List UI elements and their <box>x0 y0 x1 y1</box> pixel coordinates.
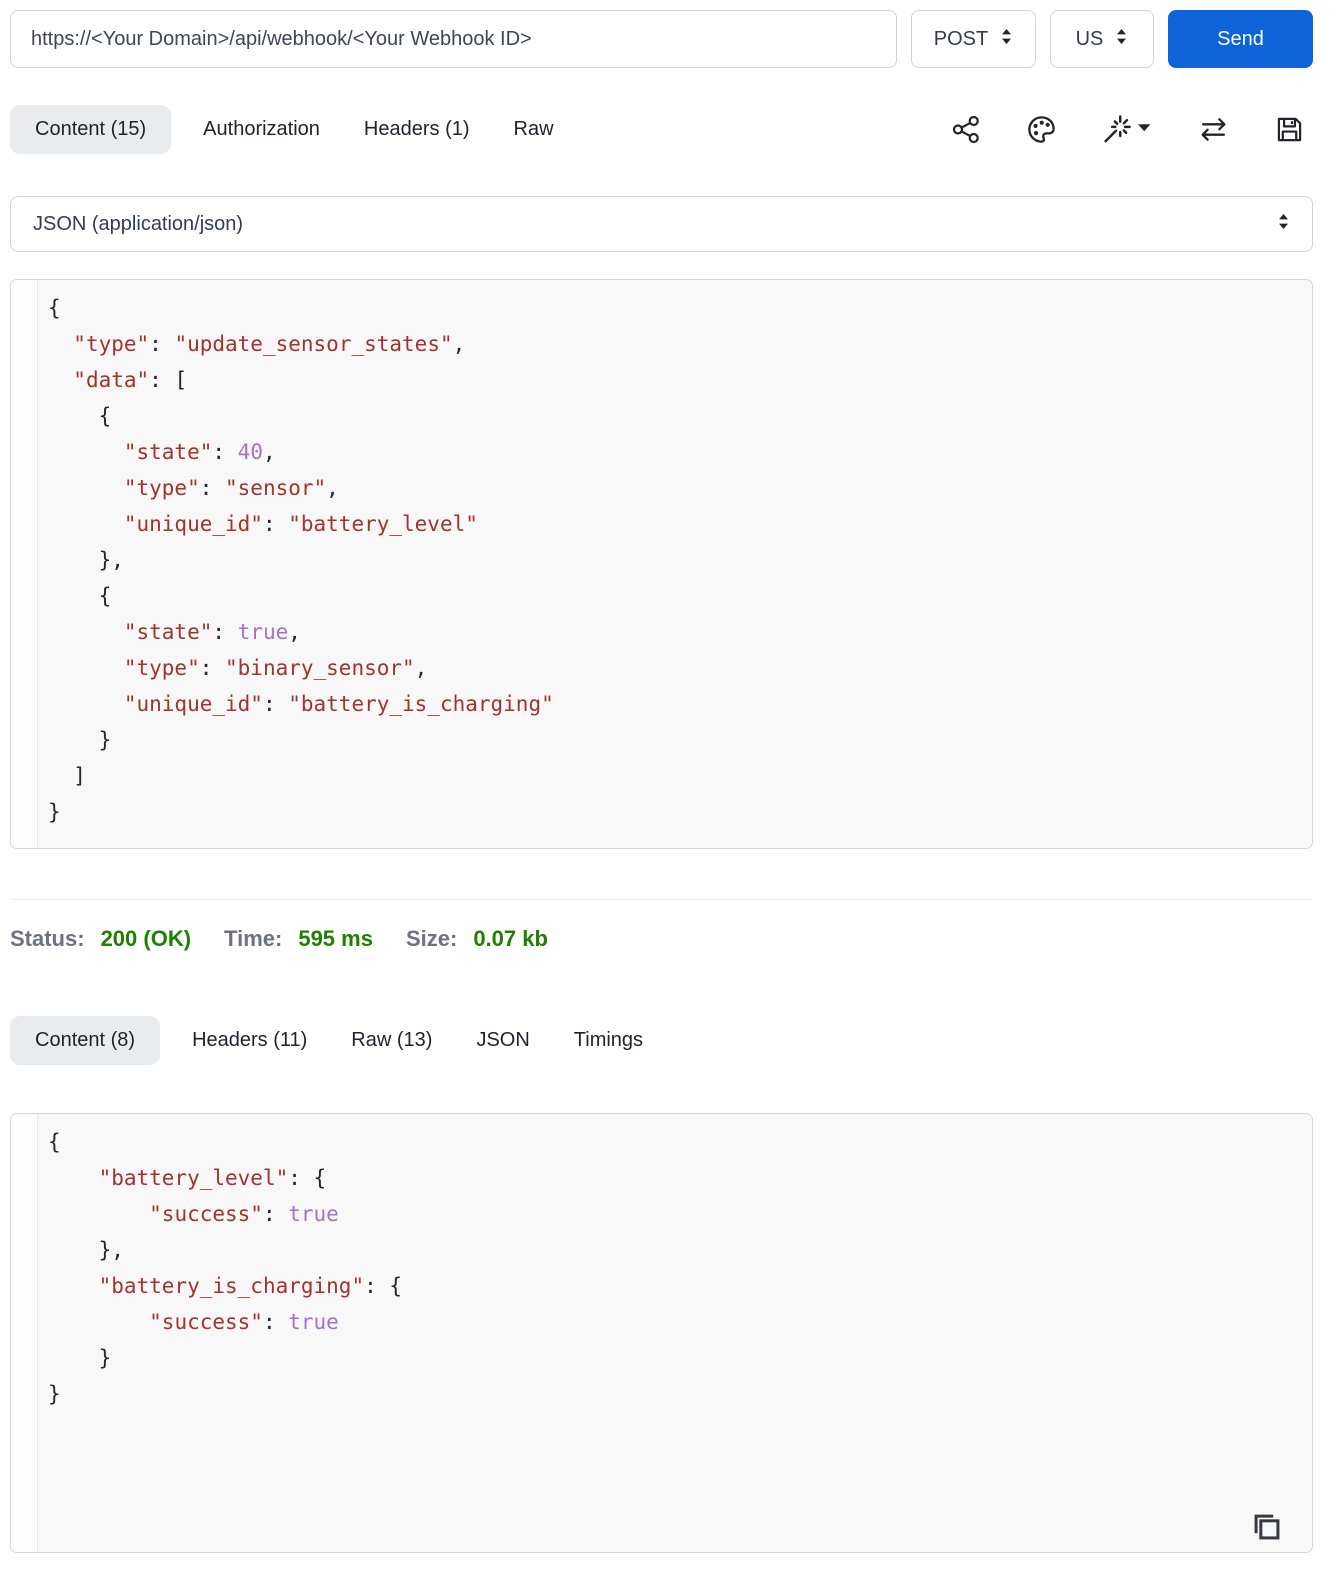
code-line: "unique_id": "battery_level" <box>123 512 478 536</box>
code-line: } <box>48 1346 112 1370</box>
response-tabs-row: Content (8) Headers (11) Raw (13) JSON Timin… <box>10 1016 1313 1065</box>
palette-icon[interactable] <box>1026 114 1057 145</box>
code-line: { <box>48 404 112 428</box>
tab-authorization[interactable]: Authorization <box>191 105 332 154</box>
code-line: { <box>48 296 61 320</box>
save-icon[interactable] <box>1274 114 1305 145</box>
request-body-editor: { "type": "update_sensor_states", "data"… <box>10 279 1313 849</box>
code-line: ] <box>48 764 86 788</box>
request-tabs-row: Content (15) Authorization Headers (1) Raw <box>10 105 1313 154</box>
code-line: "unique_id": "battery_is_charging" <box>123 692 554 716</box>
request-toolbar <box>951 113 1313 146</box>
code-line: } <box>48 728 112 752</box>
copy-response-button[interactable] <box>1248 1508 1286 1546</box>
section-divider <box>10 899 1313 900</box>
code-line: { <box>48 1130 61 1154</box>
editor-gutter <box>11 280 38 848</box>
code-line: } <box>48 1382 61 1406</box>
body-type-select-value: JSON (application/json) <box>33 212 244 235</box>
time-label: Time: <box>224 926 283 951</box>
viewer-gutter <box>11 1114 38 1552</box>
status-label: Status: <box>10 926 85 951</box>
magic-wand-dropdown-icon[interactable] <box>1101 113 1153 146</box>
response-body-code: { "battery_level": { "success": true }, … <box>38 1114 1312 1552</box>
code-line: "battery_level": { <box>98 1166 327 1190</box>
status-value: 200 (OK) <box>100 926 192 951</box>
tab-content-15[interactable]: Content (15) <box>10 105 172 154</box>
size-label: Size: <box>405 926 458 951</box>
code-line: "type": "update_sensor_states", <box>73 332 466 356</box>
updown-arrows-icon <box>1115 28 1128 51</box>
tab-timings[interactable]: Timings <box>562 1016 655 1065</box>
code-line: "data": [ <box>73 368 188 392</box>
code-line: }, <box>48 1238 124 1262</box>
tab-headers-1[interactable]: Headers (1) <box>352 105 482 154</box>
request-body-code[interactable]: { "type": "update_sensor_states", "data"… <box>38 280 1312 848</box>
method-select[interactable]: POST <box>911 10 1036 68</box>
code-line: } <box>48 800 61 824</box>
url-input[interactable] <box>10 10 897 68</box>
code-line: "type": "sensor", <box>123 476 339 500</box>
locale-select[interactable]: US <box>1050 10 1154 68</box>
tab-json[interactable]: JSON <box>464 1016 541 1065</box>
send-button[interactable]: Send <box>1168 10 1313 68</box>
code-line: "success": true <box>149 1202 339 1226</box>
time-value: 595 ms <box>298 926 373 951</box>
share-icon[interactable] <box>951 114 982 145</box>
tab-headers-11[interactable]: Headers (11) <box>180 1016 319 1065</box>
locale-select-value: US <box>1075 27 1104 50</box>
updown-arrows-icon <box>1000 28 1013 51</box>
response-tabs: Content (8) Headers (11) Raw (13) JSON Timin… <box>10 1016 655 1065</box>
code-line: "state": 40, <box>123 440 276 464</box>
copy-icon <box>1248 1514 1286 1549</box>
swap-arrows-icon[interactable] <box>1197 113 1230 146</box>
code-line: "state": true, <box>123 620 301 644</box>
api-tester-page: POST US Send Content (15) Authorization He… <box>0 0 1335 1553</box>
request-url-row: POST US Send <box>10 10 1313 68</box>
method-select-value: POST <box>933 27 989 50</box>
code-line: { <box>48 584 112 608</box>
updown-arrows-icon <box>1277 213 1290 236</box>
code-line: "success": true <box>149 1310 339 1334</box>
tab-content-8[interactable]: Content (8) <box>10 1016 161 1065</box>
response-summary: Status: 200 (OK) Time: 595 ms Size: 0.07… <box>10 926 1313 960</box>
code-line: "type": "binary_sensor", <box>123 656 428 680</box>
tab-raw-13[interactable]: Raw (13) <box>339 1016 444 1065</box>
size-value: 0.07 kb <box>473 926 548 951</box>
tab-raw[interactable]: Raw <box>502 105 566 154</box>
code-line: }, <box>48 548 124 572</box>
request-tabs: Content (15) Authorization Headers (1) Raw <box>10 105 566 154</box>
body-type-select[interactable]: JSON (application/json) <box>10 196 1313 252</box>
code-line: "battery_is_charging": { <box>98 1274 403 1298</box>
response-body-viewer: { "battery_level": { "success": true }, … <box>10 1113 1313 1553</box>
